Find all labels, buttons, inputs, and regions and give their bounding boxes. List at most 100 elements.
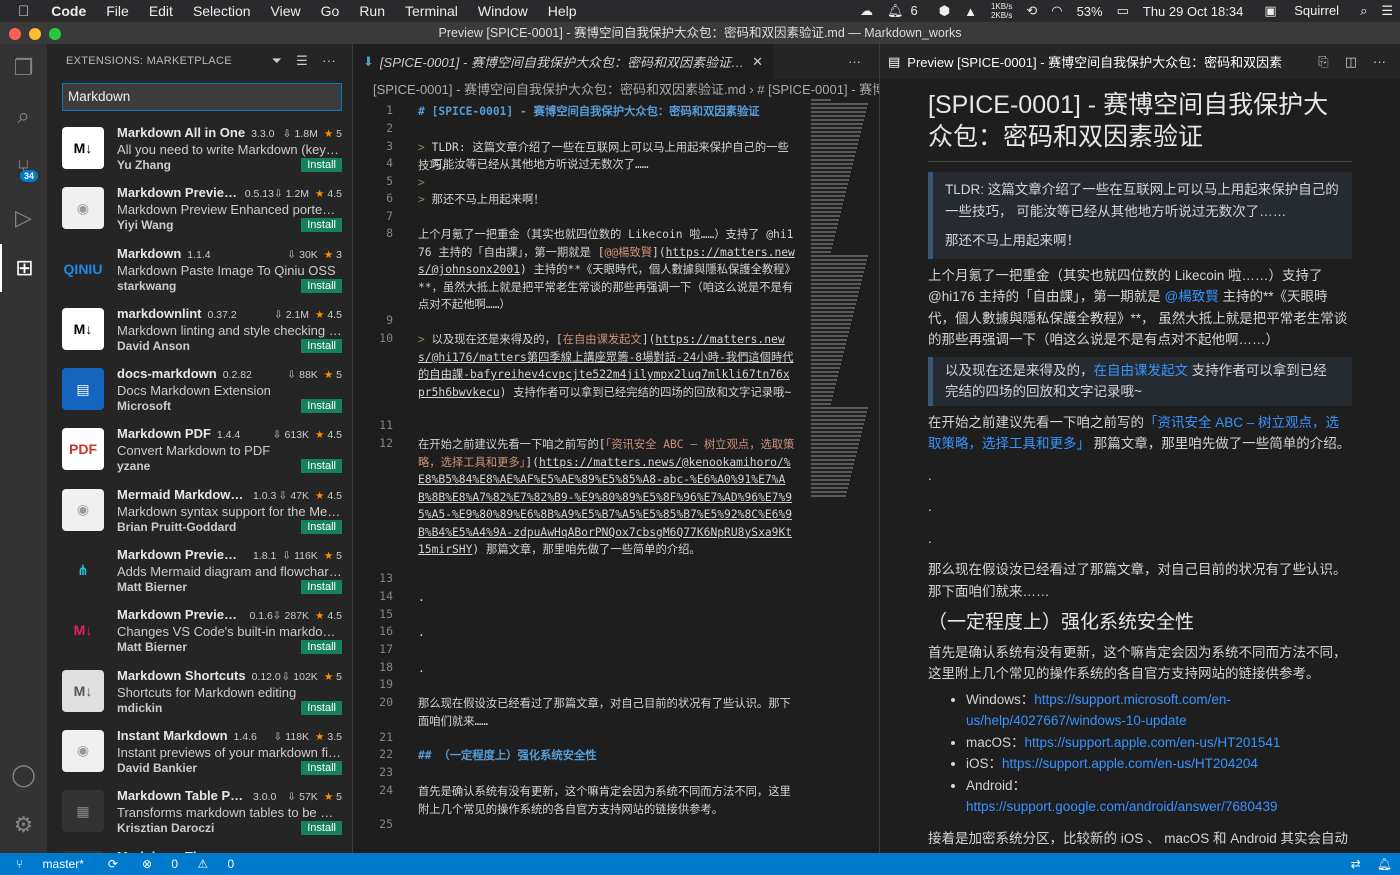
extension-item[interactable]: ▦ Markdown Table Prettifier 3.0.0 ⇩ 57K ★ 5T…	[47, 781, 352, 841]
battery-percent[interactable]: 53%	[1070, 4, 1110, 19]
install-button[interactable]: Install	[301, 218, 342, 233]
control-center-icon[interactable]: ☰	[1374, 3, 1400, 19]
minimap[interactable]	[811, 99, 869, 519]
breadcrumb[interactable]: [SPICE-0001] - 赛博空间自我保护大众包：密码和双因素验证.md ›…	[353, 79, 879, 97]
install-button[interactable]: Install	[301, 338, 342, 353]
wifi-icon[interactable]: ◠	[1044, 3, 1069, 19]
battery-icon[interactable]: ▭	[1110, 3, 1136, 19]
explorer-icon[interactable]: ❐	[0, 44, 47, 92]
close-window-button[interactable]	[9, 28, 21, 40]
preview-link[interactable]: https://support.google.com/android/answe…	[966, 796, 1352, 818]
code-line[interactable]: .	[418, 589, 796, 607]
minimize-window-button[interactable]	[29, 28, 41, 40]
clear-icon[interactable]: ☰	[296, 53, 308, 69]
install-button[interactable]: Install	[301, 640, 342, 655]
preview-tab[interactable]: ▤ Preview [SPICE-0001] - 赛博空间自我保护大众包：密码和…	[880, 44, 1400, 79]
preview-link[interactable]: 在自由课发起文	[1094, 363, 1189, 378]
extension-item[interactable]: QINIU Markdown 1.1.4 ⇩ 30K ★ 3 Markdown Paste…	[47, 239, 352, 299]
code-line[interactable]: ## （一定程度上）强化系统安全性	[418, 747, 796, 765]
problems-indicator[interactable]: ⊗ 0 ⚠ 0	[126, 857, 250, 871]
run-debug-icon[interactable]: ▷	[0, 194, 47, 242]
time-machine-icon[interactable]: ⟲	[1019, 3, 1044, 19]
list-item: iOS：https://support.apple.com/en-us/HT20…	[966, 753, 1352, 775]
menu-window[interactable]: Window	[468, 3, 538, 19]
zoom-window-button[interactable]	[49, 28, 61, 40]
apple-icon[interactable]: 	[0, 3, 41, 20]
extensions-icon[interactable]: ⊞	[0, 244, 47, 292]
code-line[interactable]: >	[418, 174, 796, 192]
install-button[interactable]: Install	[301, 519, 342, 534]
preview-more-icon[interactable]: ···	[1373, 54, 1386, 70]
sync-icon[interactable]: ⟳	[100, 857, 126, 871]
preview-link[interactable]: https://support.apple.com/en-us/HT204204	[1002, 756, 1258, 771]
clock[interactable]: Thu 29 Oct 18:34	[1136, 4, 1250, 19]
menu-terminal[interactable]: Terminal	[395, 3, 468, 19]
split-editor-icon[interactable]: ◫	[1345, 54, 1357, 70]
extension-version: 0.37.2	[207, 308, 237, 321]
code-line[interactable]: > 可能汝等已经从其他地方听说过无数次了……	[418, 156, 796, 174]
open-source-icon[interactable]: ⎘	[1318, 54, 1328, 70]
extension-item[interactable]: M↓ Markdown All in One 3.3.0 ⇩ 1.8M ★ 5 All y…	[47, 118, 352, 178]
shield-icon[interactable]: ⬢	[932, 3, 957, 19]
settings-gear-icon[interactable]: ⚙	[0, 801, 47, 849]
install-button[interactable]: Install	[301, 399, 342, 414]
account-icon[interactable]: ◯	[0, 751, 47, 799]
extension-item[interactable]: PDF Markdown PDF 1.4.4 ⇩ 613K ★ 4.5 Convert M…	[47, 419, 352, 479]
extension-item[interactable]: ◉ Markdown Preview Enhanced 0.5.13⇩ 1.2M ★ …	[47, 178, 352, 238]
menu-file[interactable]: File	[96, 3, 139, 19]
extension-item[interactable]: MMarkdown Theme Kit0.1.4⇩ 330K★ 4.5Theme…	[47, 842, 352, 853]
extension-item[interactable]: M↓ Markdown Shortcuts 0.12.0 ⇩ 102K ★ 5 Short…	[47, 661, 352, 721]
install-button[interactable]: Install	[301, 459, 342, 474]
notification-icon[interactable]: 🔔︎ 6	[880, 3, 932, 19]
code-line[interactable]: 首先是确认系统有没有更新，这个嘛肯定会因为系统不同而方法不同，这里附上几个常见的…	[418, 783, 796, 818]
code-line[interactable]: .	[418, 624, 796, 642]
spotlight-search-icon[interactable]: ⌕	[1353, 3, 1374, 19]
editor-tab[interactable]: ⬇ [SPICE-0001] - 赛博空间自我保护大众包：密码和双因素验证.md…	[353, 44, 773, 79]
filter-icon[interactable]: ⏷	[271, 53, 282, 69]
install-button[interactable]: Install	[301, 580, 342, 595]
source-control-icon[interactable]: ⑂ 34	[0, 144, 47, 192]
editor-more-icon[interactable]: ···	[848, 54, 861, 69]
install-button[interactable]: Install	[301, 821, 342, 836]
user-menu[interactable]: ▣ Squirrel	[1250, 3, 1353, 19]
extension-item[interactable]: M↓ Markdown Preview Github Styling 0.1.6⇩ …	[47, 600, 352, 660]
preview-link[interactable]: https://support.apple.com/en-us/HT201541	[1025, 735, 1281, 750]
search-icon[interactable]: ⌕	[0, 92, 47, 140]
live-share-icon[interactable]: ⇄	[1343, 857, 1369, 871]
install-button[interactable]: Install	[301, 700, 342, 715]
extension-item[interactable]: ▤ docs-markdown 0.2.82 ⇩ 88K ★ 5 Docs Markdow…	[47, 359, 352, 419]
code-line[interactable]: 上个月氪了一把重金（其实也就四位数的 Likecoin 啦……）支持了 @hi1…	[418, 226, 796, 314]
code-line[interactable]: # [SPICE-0001] - 赛博空间自我保护大众包：密码和双因素验证	[418, 103, 796, 121]
preview-link[interactable]: @楊致賢	[1165, 289, 1219, 304]
code-line[interactable]: > 以及现在还是来得及的，[在自由课发起文](https://matters.n…	[418, 331, 796, 401]
extension-item[interactable]: ⋔ Markdown Preview Mermaid Support 1.8.1 ⇩ …	[47, 540, 352, 600]
minimap-line	[811, 359, 842, 361]
cloud-icon[interactable]: ☁	[853, 3, 880, 19]
close-tab-icon[interactable]: ✕	[752, 54, 763, 70]
install-button[interactable]: Install	[301, 158, 342, 172]
preview-quote-tldr: TLDR: 这篇文章介绍了一些在互联网上可以马上用起来保护自己的一些技巧， 可能…	[928, 172, 1352, 259]
menu-help[interactable]: Help	[538, 3, 587, 19]
minimap-line	[811, 151, 856, 153]
menu-run[interactable]: Run	[349, 3, 395, 19]
code-line[interactable]: > 那还不马上用起来啊！	[418, 191, 796, 209]
install-button[interactable]: Install	[301, 278, 342, 293]
extension-item[interactable]: ◉ Instant Markdown 1.4.6 ⇩ 118K ★ 3.5 Instant…	[47, 721, 352, 781]
install-button[interactable]: Install	[301, 760, 342, 775]
code-line[interactable]: 那么现在假设汝已经看过了那篇文章，对自己目前的状况有了些认识。那下面咱们就来……	[418, 695, 796, 730]
menu-selection[interactable]: Selection	[183, 3, 261, 19]
extension-item[interactable]: ◉ Mermaid Markdown Syntax 1.0.3⇩ 47K ★ 4.5M…	[47, 480, 352, 540]
extension-item[interactable]: M↓ markdownlint 0.37.2 ⇩ 2.1M ★ 4.5 Markdown …	[47, 299, 352, 359]
cat-icon[interactable]: ▲	[957, 4, 984, 19]
extension-name: markdownlint	[117, 305, 202, 321]
menu-view[interactable]: View	[261, 3, 311, 19]
more-actions-icon[interactable]: ···	[322, 53, 336, 69]
code-line[interactable]: .	[418, 660, 796, 678]
menu-edit[interactable]: Edit	[139, 3, 183, 19]
app-menu[interactable]: Code	[41, 3, 96, 19]
git-branch[interactable]: ⑂ master*	[0, 857, 100, 871]
code-line[interactable]: 在开始之前建议先看一下咱之前写的[「资讯安全 ABC – 树立观点，选取策略，选…	[418, 436, 796, 559]
extension-search-input[interactable]: Markdown	[62, 83, 342, 111]
bell-icon[interactable]: 🔔︎	[1369, 857, 1400, 871]
menu-go[interactable]: Go	[311, 3, 350, 19]
